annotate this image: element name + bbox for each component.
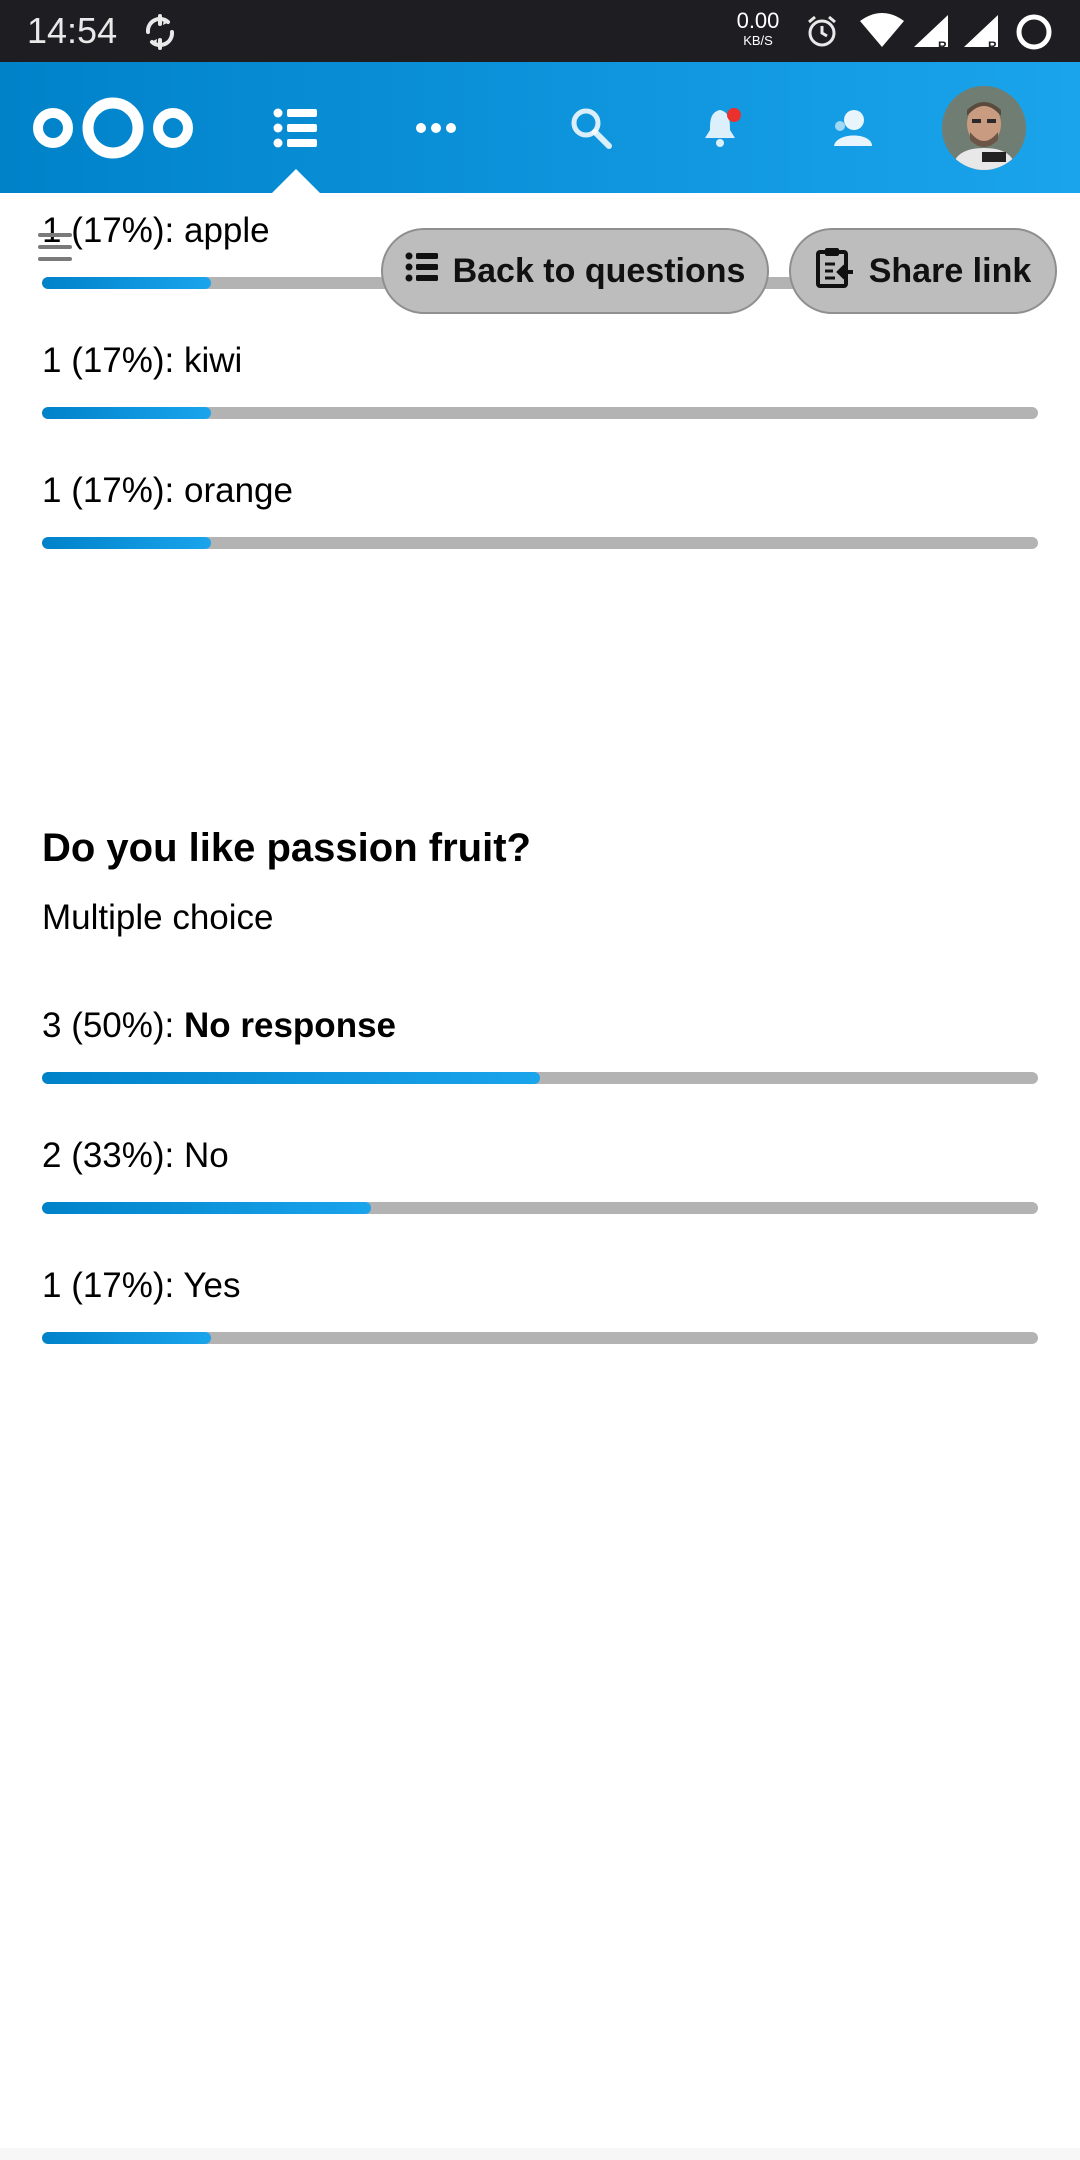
result-bar-fill	[42, 1202, 371, 1214]
list-icon	[405, 251, 439, 292]
result-count: 3 (50%):	[42, 1006, 184, 1045]
bottom-edge	[0, 2148, 1080, 2160]
result-bar-fill	[42, 407, 212, 419]
result-row: 1 (17%): kiwi	[42, 341, 1038, 419]
network-speed: 0.00 KB/S	[730, 8, 786, 48]
status-time: 14:54	[27, 10, 118, 51]
result-answer: No response	[184, 1006, 396, 1045]
result-bar	[42, 407, 1038, 419]
result-bar	[42, 537, 1038, 549]
result-label: 1 (17%): Yes	[42, 1266, 1038, 1306]
battery-icon	[1014, 13, 1054, 58]
result-row: 2 (33%): No	[42, 1136, 1038, 1214]
result-count: 1 (17%):	[42, 1266, 184, 1305]
result-answer: orange	[184, 471, 293, 510]
search-icon[interactable]	[551, 62, 631, 193]
speed-value: 0.00	[736, 8, 780, 33]
question-type: Multiple choice	[42, 898, 274, 937]
speed-unit: KB/S	[743, 33, 773, 48]
more-apps-icon[interactable]	[396, 62, 476, 193]
back-to-questions-label: Back to questions	[452, 251, 746, 290]
signal-icon: R	[912, 13, 952, 56]
result-bar-fill	[42, 1072, 540, 1084]
result-count: 2 (33%):	[42, 1136, 184, 1175]
active-indicator	[272, 169, 320, 193]
user-avatar[interactable]	[942, 86, 1026, 170]
app-navigation-toggle[interactable]	[38, 233, 72, 267]
result-label: 2 (33%): No	[42, 1136, 1038, 1176]
result-bar-fill	[42, 277, 212, 289]
app-header	[0, 62, 1080, 193]
question-title: Do you like passion fruit?	[42, 826, 531, 870]
result-answer: No	[184, 1136, 229, 1175]
share-link-button[interactable]: Share link	[789, 228, 1057, 314]
result-answer: kiwi	[184, 341, 243, 380]
sync-icon	[140, 12, 180, 57]
signal-label: R	[938, 39, 947, 51]
result-row: 1 (17%): Yes	[42, 1266, 1038, 1344]
status-bar: 14:54 0.00 KB/S R R	[0, 0, 1080, 62]
wifi-icon	[858, 13, 906, 54]
result-bar-fill	[42, 537, 212, 549]
alarm-icon	[804, 13, 840, 54]
clipboard-icon	[815, 246, 855, 297]
result-row: 1 (17%): orange	[42, 471, 1038, 549]
nextcloud-logo[interactable]	[28, 62, 198, 193]
result-row: 3 (50%): No response	[42, 1006, 1038, 1084]
result-bar	[42, 1202, 1038, 1214]
result-label: 3 (50%): No response	[42, 1006, 1038, 1046]
result-label: 1 (17%): orange	[42, 471, 1038, 511]
notification-dot	[727, 107, 741, 122]
share-link-label: Share link	[868, 251, 1032, 290]
notifications-icon[interactable]	[682, 62, 762, 193]
result-bar	[42, 1072, 1038, 1084]
contacts-icon[interactable]	[812, 62, 892, 193]
back-to-questions-button[interactable]: Back to questions	[381, 228, 769, 314]
result-answer: Yes	[183, 1266, 241, 1305]
signal-icon: R	[962, 13, 1002, 56]
result-label: 1 (17%): kiwi	[42, 341, 1038, 381]
result-bar-fill	[42, 1332, 212, 1344]
signal-label: R	[988, 39, 997, 51]
result-count: 1 (17%):	[42, 471, 184, 510]
result-bar	[42, 1332, 1038, 1344]
result-answer: apple	[184, 211, 270, 250]
result-count: 1 (17%):	[42, 341, 184, 380]
